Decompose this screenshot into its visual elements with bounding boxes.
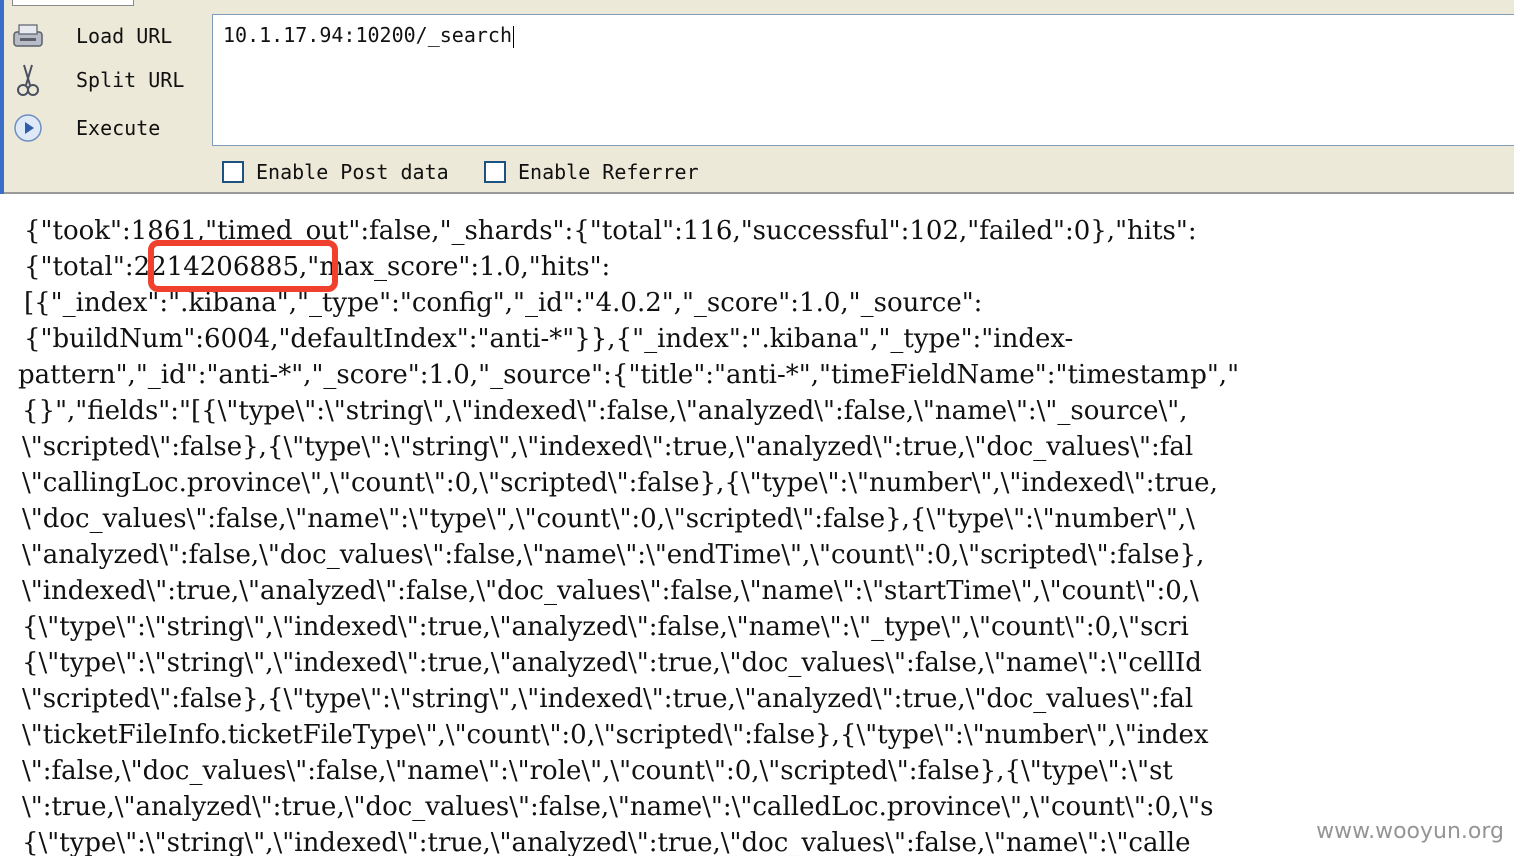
response-line: {\"type\":\"string\",\"indexed\":true,\"… (22, 648, 1202, 678)
watermark: www.wooyun.org (1316, 819, 1504, 844)
execute-button[interactable]: Execute (8, 108, 208, 148)
enable-post-data-checkbox[interactable]: Enable Post data (222, 160, 449, 184)
response-line: \"doc_values\":false,\"name\":\"type\",\… (22, 504, 1195, 534)
load-url-label: Load URL (76, 24, 173, 48)
load-url-button[interactable]: Load URL (8, 16, 208, 56)
response-line: \"callingLoc.province\",\"count\":0,\"sc… (22, 468, 1218, 498)
scissors-icon (8, 60, 48, 100)
response-line: \"ticketFileInfo.ticketFileType\",\"coun… (22, 720, 1209, 750)
response-line: pattern","_id":"anti-*","_score":1.0,"_s… (18, 360, 1240, 390)
window-edge (0, 0, 4, 194)
total-hits-highlight (148, 240, 338, 292)
response-line: {"buildNum":6004,"defaultIndex":"anti-*"… (24, 324, 1074, 354)
response-line: {\"type\":\"string\",\"indexed\":true,\"… (22, 828, 1191, 856)
enable-referrer-checkbox[interactable]: Enable Referrer (484, 160, 699, 184)
load-url-icon (8, 16, 48, 56)
url-value: 10.1.17.94:10200/_search (223, 23, 512, 47)
response-line: \"scripted\":false},{\"type\":\"string\"… (22, 684, 1194, 714)
enable-post-data-label: Enable Post data (256, 160, 449, 184)
checkbox-box[interactable] (484, 161, 506, 183)
toolbar: Load URL Split URL Execute 10.1.17.94:10… (0, 0, 1514, 194)
response-line: \"scripted\":false},{\"type\":\"string\"… (22, 432, 1194, 462)
response-line: {}","fields":"[{\"type\":\"string\",\"in… (22, 396, 1188, 426)
split-url-label: Split URL (76, 68, 185, 92)
enable-referrer-label: Enable Referrer (518, 160, 699, 184)
top-tab[interactable] (12, 0, 134, 6)
url-textarea[interactable]: 10.1.17.94:10200/_search (212, 14, 1514, 146)
execute-label: Execute (76, 116, 161, 140)
response-line: \"indexed\":true,\"analyzed\":false,\"do… (22, 576, 1199, 606)
text-caret (512, 25, 514, 48)
response-line: \"analyzed\":false,\"doc_values\":false,… (22, 540, 1205, 570)
response-line: {\"type\":\"string\",\"indexed\":true,\"… (22, 612, 1189, 642)
play-icon (8, 108, 48, 148)
response-line: \":false,\"doc_values\":false,\"name\":\… (22, 756, 1173, 786)
response-line: \":true,\"analyzed\":true,\"doc_values\"… (22, 792, 1214, 822)
split-url-button[interactable]: Split URL (8, 60, 208, 100)
checkbox-box[interactable] (222, 161, 244, 183)
response-body: {"took":1861,"timed_out":false,"_shards"… (0, 196, 1514, 856)
